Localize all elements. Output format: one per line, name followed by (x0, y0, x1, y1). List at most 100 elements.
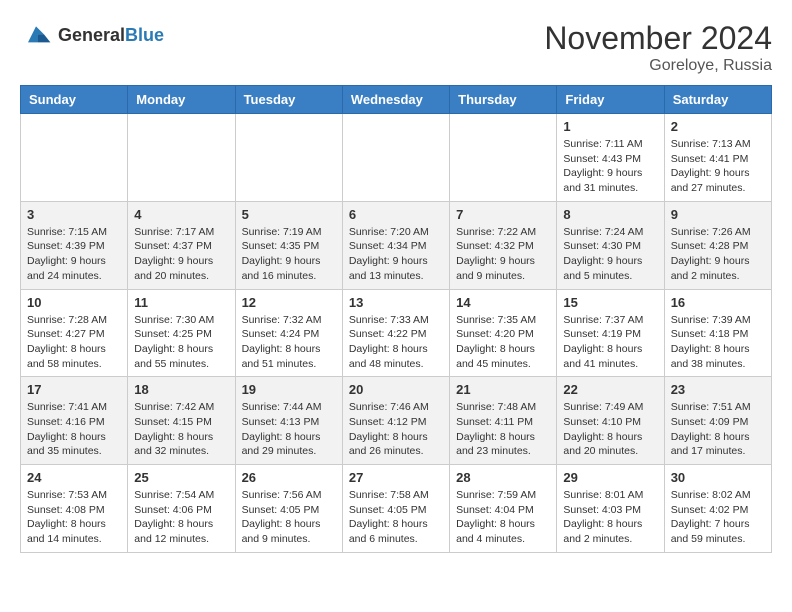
calendar-cell: 29 Sunrise: 8:01 AM Sunset: 4:03 PM Dayli… (557, 465, 664, 553)
day-info: Sunrise: 7:15 AM Sunset: 4:39 PM Dayligh… (27, 225, 121, 284)
calendar-cell: 16 Sunrise: 7:39 AM Sunset: 4:18 PM Dayli… (664, 289, 771, 377)
day-number: 5 (242, 207, 336, 222)
day-info: Sunrise: 7:28 AM Sunset: 4:27 PM Dayligh… (27, 313, 121, 372)
calendar-table: SundayMondayTuesdayWednesdayThursdayFrid… (20, 85, 772, 553)
calendar-cell: 26Sunrise: 7:56 AM Sunset: 4:05 PM Dayli… (235, 465, 342, 553)
calendar-cell: 5 Sunrise: 7:19 AM Sunset: 4:35 PM Daylig… (235, 201, 342, 289)
day-info: Sunrise: 7:58 AM Sunset: 4:05 PM Dayligh… (349, 488, 443, 547)
calendar-cell: 11Sunrise: 7:30 AM Sunset: 4:25 PM Dayli… (128, 289, 235, 377)
day-number: 6 (349, 207, 443, 222)
day-number: 30 (671, 470, 765, 485)
calendar-cell: 22Sunrise: 7:49 AM Sunset: 4:10 PM Dayli… (557, 377, 664, 465)
calendar-week-row: 24 Sunrise: 7:53 AM Sunset: 4:08 PM Dayli… (21, 465, 772, 553)
day-number: 26 (242, 470, 336, 485)
day-info: Sunrise: 7:22 AM Sunset: 4:32 PM Dayligh… (456, 225, 550, 284)
day-info: Sunrise: 7:13 AM Sunset: 4:41 PM Dayligh… (671, 137, 765, 196)
day-number: 10 (27, 295, 121, 310)
calendar-cell: 7 Sunrise: 7:22 AM Sunset: 4:32 PM Daylig… (450, 201, 557, 289)
day-info: Sunrise: 7:53 AM Sunset: 4:08 PM Dayligh… (27, 488, 121, 547)
day-info: Sunrise: 7:26 AM Sunset: 4:28 PM Dayligh… (671, 225, 765, 284)
day-number: 4 (134, 207, 228, 222)
day-info: Sunrise: 7:46 AM Sunset: 4:12 PM Dayligh… (349, 400, 443, 459)
day-info: Sunrise: 7:42 AM Sunset: 4:15 PM Dayligh… (134, 400, 228, 459)
logo: GeneralBlue (20, 20, 164, 52)
calendar-cell: 2 Sunrise: 7:13 AM Sunset: 4:41 PM Daylig… (664, 114, 771, 202)
day-header-thursday: Thursday (450, 86, 557, 114)
day-number: 14 (456, 295, 550, 310)
calendar-cell: 4 Sunrise: 7:17 AM Sunset: 4:37 PM Daylig… (128, 201, 235, 289)
calendar-cell: 21 Sunrise: 7:48 AM Sunset: 4:11 PM Dayli… (450, 377, 557, 465)
day-number: 13 (349, 295, 443, 310)
day-header-monday: Monday (128, 86, 235, 114)
day-info: Sunrise: 7:48 AM Sunset: 4:11 PM Dayligh… (456, 400, 550, 459)
day-number: 24 (27, 470, 121, 485)
calendar-cell (235, 114, 342, 202)
day-info: Sunrise: 7:11 AM Sunset: 4:43 PM Dayligh… (563, 137, 657, 196)
day-number: 21 (456, 382, 550, 397)
day-info: Sunrise: 7:30 AM Sunset: 4:25 PM Dayligh… (134, 313, 228, 372)
day-header-friday: Friday (557, 86, 664, 114)
day-info: Sunrise: 7:44 AM Sunset: 4:13 PM Dayligh… (242, 400, 336, 459)
day-number: 28 (456, 470, 550, 485)
logo-blue: Blue (125, 25, 164, 45)
day-number: 29 (563, 470, 657, 485)
calendar-cell (450, 114, 557, 202)
calendar-header-row: SundayMondayTuesdayWednesdayThursdayFrid… (21, 86, 772, 114)
calendar-cell (128, 114, 235, 202)
calendar-cell: 27 Sunrise: 7:58 AM Sunset: 4:05 PM Dayli… (342, 465, 449, 553)
calendar-cell: 23 Sunrise: 7:51 AM Sunset: 4:09 PM Dayli… (664, 377, 771, 465)
day-info: Sunrise: 7:17 AM Sunset: 4:37 PM Dayligh… (134, 225, 228, 284)
day-number: 25 (134, 470, 228, 485)
calendar-cell: 1Sunrise: 7:11 AM Sunset: 4:43 PM Daylig… (557, 114, 664, 202)
day-number: 27 (349, 470, 443, 485)
calendar-cell: 20 Sunrise: 7:46 AM Sunset: 4:12 PM Dayli… (342, 377, 449, 465)
calendar-cell: 19Sunrise: 7:44 AM Sunset: 4:13 PM Dayli… (235, 377, 342, 465)
day-info: Sunrise: 7:20 AM Sunset: 4:34 PM Dayligh… (349, 225, 443, 284)
day-number: 17 (27, 382, 121, 397)
day-info: Sunrise: 7:35 AM Sunset: 4:20 PM Dayligh… (456, 313, 550, 372)
calendar-cell: 9 Sunrise: 7:26 AM Sunset: 4:28 PM Daylig… (664, 201, 771, 289)
calendar-cell: 30 Sunrise: 8:02 AM Sunset: 4:02 PM Dayli… (664, 465, 771, 553)
day-number: 15 (563, 295, 657, 310)
day-number: 22 (563, 382, 657, 397)
calendar-cell: 12Sunrise: 7:32 AM Sunset: 4:24 PM Dayli… (235, 289, 342, 377)
day-number: 23 (671, 382, 765, 397)
day-number: 16 (671, 295, 765, 310)
day-info: Sunrise: 7:19 AM Sunset: 4:35 PM Dayligh… (242, 225, 336, 284)
calendar-cell: 25Sunrise: 7:54 AM Sunset: 4:06 PM Dayli… (128, 465, 235, 553)
logo-general: General (58, 25, 125, 45)
day-info: Sunrise: 7:39 AM Sunset: 4:18 PM Dayligh… (671, 313, 765, 372)
title-block: November 2024 Goreloye, Russia (544, 20, 772, 75)
day-number: 8 (563, 207, 657, 222)
logo-icon (20, 20, 52, 52)
calendar-cell: 28Sunrise: 7:59 AM Sunset: 4:04 PM Dayli… (450, 465, 557, 553)
day-number: 2 (671, 119, 765, 134)
page-header: GeneralBlue November 2024 Goreloye, Russ… (20, 20, 772, 75)
month-title: November 2024 (544, 20, 772, 57)
day-number: 20 (349, 382, 443, 397)
day-info: Sunrise: 8:02 AM Sunset: 4:02 PM Dayligh… (671, 488, 765, 547)
day-info: Sunrise: 8:01 AM Sunset: 4:03 PM Dayligh… (563, 488, 657, 547)
calendar-cell: 13Sunrise: 7:33 AM Sunset: 4:22 PM Dayli… (342, 289, 449, 377)
location: Goreloye, Russia (544, 57, 772, 75)
calendar-cell: 3Sunrise: 7:15 AM Sunset: 4:39 PM Daylig… (21, 201, 128, 289)
day-info: Sunrise: 7:37 AM Sunset: 4:19 PM Dayligh… (563, 313, 657, 372)
calendar-week-row: 3Sunrise: 7:15 AM Sunset: 4:39 PM Daylig… (21, 201, 772, 289)
day-header-sunday: Sunday (21, 86, 128, 114)
calendar-cell: 6 Sunrise: 7:20 AM Sunset: 4:34 PM Daylig… (342, 201, 449, 289)
day-info: Sunrise: 7:51 AM Sunset: 4:09 PM Dayligh… (671, 400, 765, 459)
day-number: 9 (671, 207, 765, 222)
day-info: Sunrise: 7:41 AM Sunset: 4:16 PM Dayligh… (27, 400, 121, 459)
calendar-week-row: 10 Sunrise: 7:28 AM Sunset: 4:27 PM Dayli… (21, 289, 772, 377)
day-number: 7 (456, 207, 550, 222)
calendar-cell: 15 Sunrise: 7:37 AM Sunset: 4:19 PM Dayli… (557, 289, 664, 377)
day-number: 18 (134, 382, 228, 397)
logo-text: GeneralBlue (58, 26, 164, 46)
day-header-wednesday: Wednesday (342, 86, 449, 114)
day-header-saturday: Saturday (664, 86, 771, 114)
day-info: Sunrise: 7:32 AM Sunset: 4:24 PM Dayligh… (242, 313, 336, 372)
day-header-tuesday: Tuesday (235, 86, 342, 114)
calendar-cell: 18 Sunrise: 7:42 AM Sunset: 4:15 PM Dayli… (128, 377, 235, 465)
calendar-cell: 8Sunrise: 7:24 AM Sunset: 4:30 PM Daylig… (557, 201, 664, 289)
calendar-cell: 17 Sunrise: 7:41 AM Sunset: 4:16 PM Dayli… (21, 377, 128, 465)
